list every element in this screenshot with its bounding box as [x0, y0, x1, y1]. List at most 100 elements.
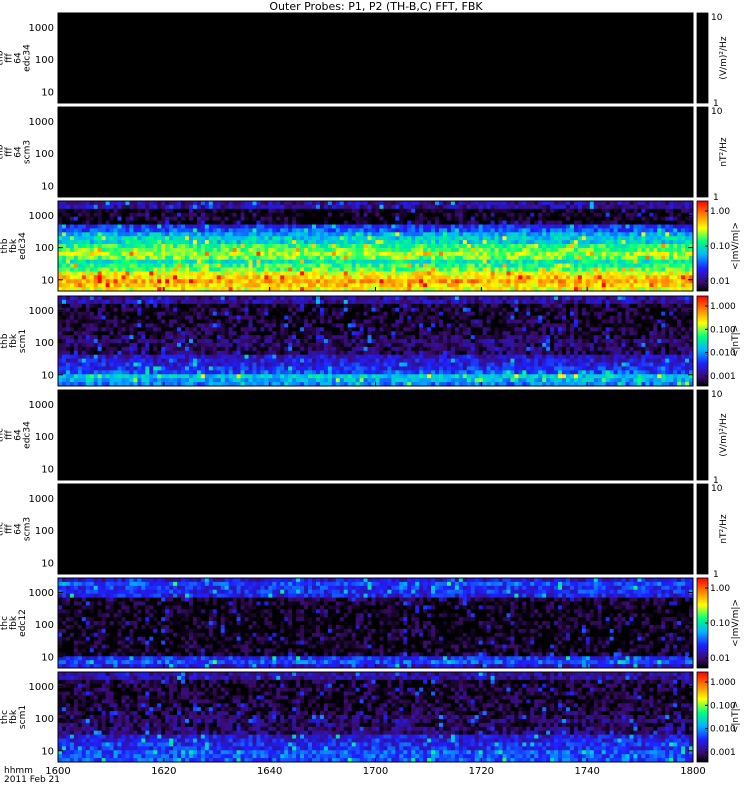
- spectrogram-cell: [93, 358, 99, 363]
- spectrogram-cell: [157, 362, 162, 367]
- spectrogram-cell: [145, 331, 150, 336]
- spectrogram-cell: [292, 275, 297, 280]
- spectrogram-cell: [558, 240, 563, 245]
- spectrogram-cell: [69, 251, 75, 257]
- spectrogram-cell: [61, 255, 67, 261]
- spectrogram-cell: [177, 255, 182, 261]
- spectrogram-cell: [212, 255, 218, 261]
- spectrogram-cell: [609, 259, 615, 265]
- spectrogram-cell: [73, 251, 79, 257]
- spectrogram-cell: [192, 307, 198, 313]
- spectrogram-cell: [470, 240, 476, 245]
- spectrogram-cell: [181, 212, 186, 218]
- spectrogram-cell: [105, 279, 110, 284]
- spectrogram-cell: [248, 279, 253, 284]
- spectrogram-cell: [232, 267, 237, 272]
- spectrogram-cell: [383, 263, 388, 268]
- spectrogram-cell: [240, 283, 245, 288]
- spectrogram-cell: [145, 354, 150, 360]
- spectrogram-cell: [117, 216, 122, 221]
- spectrogram-cell: [113, 327, 118, 332]
- spectrogram-cell: [292, 259, 297, 265]
- spectrogram-cell: [145, 220, 150, 225]
- spectrogram-cell: [613, 259, 618, 265]
- spectrogram-cell: [177, 232, 182, 237]
- spectrogram-cell: [101, 263, 107, 268]
- spectrogram-cell: [681, 267, 686, 272]
- spectrogram-cell: [137, 275, 142, 280]
- spectrogram-cell: [188, 374, 194, 379]
- spectrogram-cell: [81, 259, 87, 265]
- spectrogram-cell: [181, 366, 186, 371]
- spectrogram-cell: [181, 327, 186, 332]
- spectrogram-cell: [89, 339, 95, 344]
- spectrogram-cell: [204, 271, 210, 276]
- spectrogram-cell: [77, 255, 83, 261]
- spectrogram-cell: [212, 244, 218, 249]
- spectrogram-cell: [105, 240, 110, 245]
- spectrogram-cell: [228, 232, 234, 237]
- spectrogram-cell: [212, 299, 218, 305]
- spectrogram-cell: [69, 319, 75, 324]
- spectrogram-cell: [85, 303, 91, 309]
- spectrogram-cell: [407, 275, 412, 280]
- spectrogram-cell: [129, 259, 134, 265]
- spectrogram-cell: [157, 283, 162, 288]
- spectrogram-cell: [69, 255, 75, 261]
- spectrogram-cell: [577, 255, 583, 261]
- spectrogram-cell: [109, 204, 114, 210]
- spectrogram-cell: [244, 350, 249, 356]
- spectrogram-cell: [617, 212, 622, 218]
- spectrogram-cell: [498, 232, 503, 237]
- spectrogram-cell: [204, 342, 210, 348]
- spectrogram-cell: [196, 374, 202, 379]
- spectrogram-cell: [204, 299, 210, 305]
- spectrogram-cell: [470, 204, 476, 210]
- spectrogram-cell: [585, 255, 591, 261]
- spectrogram-cell: [538, 232, 543, 237]
- spectrogram-cell: [200, 327, 206, 332]
- spectrogram-cell: [375, 244, 380, 249]
- spectrogram-cell: [149, 201, 154, 206]
- spectrogram-cell: [442, 271, 448, 276]
- spectrogram-cell: [161, 251, 166, 257]
- spectrogram-cell: [450, 255, 456, 261]
- spectrogram-cell: [673, 279, 678, 284]
- spectrogram-cell: [173, 331, 178, 336]
- spectrogram-cell: [149, 208, 154, 214]
- spectrogram-cell: [657, 259, 662, 265]
- spectrogram-cell: [355, 220, 361, 225]
- spectrogram-cell: [165, 255, 170, 261]
- spectrogram-cell: [97, 323, 103, 328]
- spectrogram-cell: [173, 271, 178, 276]
- spectrogram-cell: [153, 335, 158, 340]
- spectrogram-cell: [204, 354, 210, 360]
- spectrogram-cell: [371, 240, 376, 245]
- spectrogram-cell: [550, 228, 555, 233]
- spectrogram-cell: [546, 244, 551, 249]
- spectrogram-cell: [308, 204, 313, 210]
- spectrogram-cell: [669, 224, 674, 229]
- spectrogram-cell: [196, 303, 202, 309]
- spectrogram-cell: [208, 378, 214, 383]
- spectrogram-cell: [216, 267, 222, 272]
- spectrogram-cell: [597, 201, 603, 206]
- spectrogram-cell: [347, 212, 353, 218]
- spectrogram-cell: [581, 275, 587, 280]
- spectrogram-cell: [633, 263, 638, 268]
- spectrogram-cell: [216, 296, 222, 301]
- spectrogram-cell: [228, 307, 234, 313]
- spectrogram-cell: [613, 279, 618, 284]
- spectrogram-cell: [264, 240, 269, 245]
- spectrogram-cell: [204, 232, 210, 237]
- spectrogram-cell: [617, 216, 622, 221]
- spectrogram-cell: [204, 251, 210, 257]
- spectrogram-cell: [113, 271, 118, 276]
- spectrogram-cell: [133, 267, 138, 272]
- spectrogram-cell: [609, 220, 615, 225]
- spectrogram-cell: [117, 255, 122, 261]
- spectrogram-cell: [188, 350, 194, 356]
- spectrogram-cell: [665, 240, 670, 245]
- spectrogram-cell: [558, 279, 563, 284]
- spectrogram-cell: [58, 323, 63, 328]
